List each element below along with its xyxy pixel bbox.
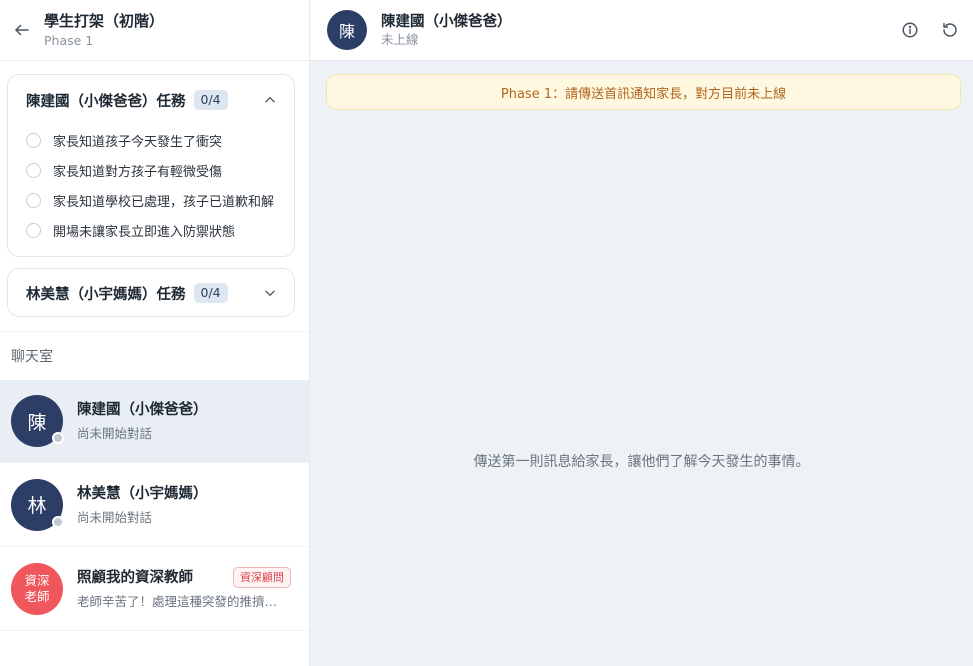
sidebar-header: 學生打架（初階） Phase 1 [0, 0, 309, 61]
conversation-info: 陳建國（小傑爸爸） 未上線 [381, 12, 512, 48]
task-card-header[interactable]: 陳建國（小傑爸爸）任務 0/4 [8, 75, 294, 125]
avatar-initial: 林 [27, 495, 47, 517]
task-checkbox[interactable] [26, 132, 41, 148]
chevron-down-icon [265, 290, 275, 296]
chat-item-chen[interactable]: 陳 陳建國（小傑爸爸） 尚未開始對話 [0, 380, 309, 463]
task-checkbox[interactable] [26, 192, 41, 208]
refresh-icon [943, 22, 957, 37]
sidebar: 學生打架（初階） Phase 1 陳建國（小傑爸爸）任務 0/4 家長知道孩子今… [0, 0, 310, 666]
task-card-chen: 陳建國（小傑爸爸）任務 0/4 家長知道孩子今天發生了衝突 家長知道對方孩子有輕… [7, 74, 295, 257]
phase-banner: Phase 1：請傳送首訊通知家長，對方目前未上線 [326, 74, 961, 110]
conversation-panel: 陳 陳建國（小傑爸爸） 未上線 Phase 1：請傳送首訊通知家長，對方目前未上… [310, 0, 973, 666]
info-button[interactable] [899, 19, 921, 41]
chat-item-lin[interactable]: 林 林美慧（小宇媽媽） 尚未開始對話 [0, 463, 309, 547]
task-checkbox[interactable] [26, 162, 41, 178]
task-checkbox[interactable] [26, 222, 41, 238]
collapse-toggle[interactable] [262, 92, 278, 108]
task-progress-badge: 0/4 [193, 283, 228, 303]
scenario-title-block: 學生打架（初階） Phase 1 [44, 11, 164, 49]
task-card-title: 林美慧（小宇媽媽）任務 [26, 286, 186, 303]
back-button[interactable] [12, 20, 32, 40]
chat-item-senior-teacher[interactable]: 資深 老師 照顧我的資深教師 資深顧問 老師辛苦了！處理這種突發的推擠… [0, 547, 309, 631]
presence-indicator [52, 515, 64, 528]
scenario-title: 學生打架（初階） [44, 12, 165, 30]
conversation-avatar: 陳 [327, 10, 367, 50]
chat-info: 林美慧（小宇媽媽） 尚未開始對話 [77, 484, 309, 526]
chat-name: 照顧我的資深教師 [77, 569, 193, 586]
task-item: 開場未讓家長立即進入防禦狀態 [26, 215, 294, 245]
task-list: 家長知道孩子今天發生了衝突 家長知道對方孩子有輕微受傷 家長知道學校已處理，孩子… [8, 125, 294, 245]
task-item-label: 家長知道孩子今天發生了衝突 [53, 134, 223, 150]
avatar: 陳 [11, 395, 64, 447]
task-card-lin: 林美慧（小宇媽媽）任務 0/4 [7, 268, 295, 317]
chat-name: 林美慧（小宇媽媽） [77, 485, 208, 502]
chat-preview: 尚未開始對話 [77, 509, 153, 525]
role-tag: 資深顧問 [233, 567, 291, 588]
avatar-initial: 陳 [27, 411, 47, 434]
task-item: 家長知道學校已處理，孩子已道歉和解 [26, 185, 294, 215]
conversation-name: 陳建國（小傑爸爸） [381, 14, 512, 30]
chat-list: 陳 陳建國（小傑爸爸） 尚未開始對話 林 林美慧（小宇媽媽） 尚未開始對話 資深… [0, 380, 309, 631]
avatar-initial-line2: 老師 [24, 588, 50, 604]
task-card-title: 陳建國（小傑爸爸）任務 [26, 93, 186, 110]
conversation-status: 未上線 [381, 32, 419, 47]
chat-info: 照顧我的資深教師 資深顧問 老師辛苦了！處理這種突發的推擠… [77, 567, 309, 610]
chat-section-label: 聊天室 [0, 331, 309, 380]
header-actions [899, 19, 961, 41]
message-area: Phase 1：請傳送首訊通知家長，對方目前未上線 傳送第一則訊息給家長，讓他們… [310, 61, 973, 666]
chat-name: 陳建國（小傑爸爸） [77, 402, 208, 418]
chat-name-row: 陳建國（小傑爸爸） [77, 400, 291, 420]
chevron-up-icon [265, 97, 275, 103]
task-card-header[interactable]: 林美慧（小宇媽媽）任務 0/4 [8, 269, 294, 317]
presence-indicator [52, 432, 64, 444]
arrow-left-icon [15, 24, 29, 36]
empty-state-hint: 傳送第一則訊息給家長，讓他們了解今天發生的事情。 [473, 454, 810, 470]
chat-name-row: 照顧我的資深教師 資深顧問 [77, 567, 291, 588]
expand-toggle[interactable] [262, 285, 278, 301]
task-item-label: 家長知道學校已處理，孩子已道歉和解 [53, 194, 275, 210]
chat-name-row: 林美慧（小宇媽媽） [77, 484, 291, 504]
task-item: 家長知道對方孩子有輕微受傷 [26, 155, 294, 185]
task-item-label: 家長知道對方孩子有輕微受傷 [53, 164, 223, 180]
reset-button[interactable] [939, 19, 961, 41]
chat-preview: 尚未開始對話 [77, 426, 153, 441]
scenario-phase: Phase 1 [44, 33, 94, 48]
task-progress-badge: 0/4 [193, 90, 228, 110]
task-item-label: 開場未讓家長立即進入防禦狀態 [53, 224, 236, 240]
avatar-initial: 陳 [338, 22, 355, 41]
app-root: 學生打架（初階） Phase 1 陳建國（小傑爸爸）任務 0/4 家長知道孩子今… [0, 0, 973, 666]
info-icon [902, 22, 918, 38]
avatar: 林 [11, 478, 64, 531]
chat-info: 陳建國（小傑爸爸） 尚未開始對話 [77, 400, 309, 442]
conversation-header: 陳 陳建國（小傑爸爸） 未上線 [310, 0, 973, 61]
chat-preview: 老師辛苦了！處理這種突發的推擠… [77, 594, 278, 609]
task-item: 家長知道孩子今天發生了衝突 [26, 125, 294, 155]
avatar: 資深 老師 [11, 562, 63, 615]
avatar-initial-line1: 資深 [24, 572, 50, 588]
